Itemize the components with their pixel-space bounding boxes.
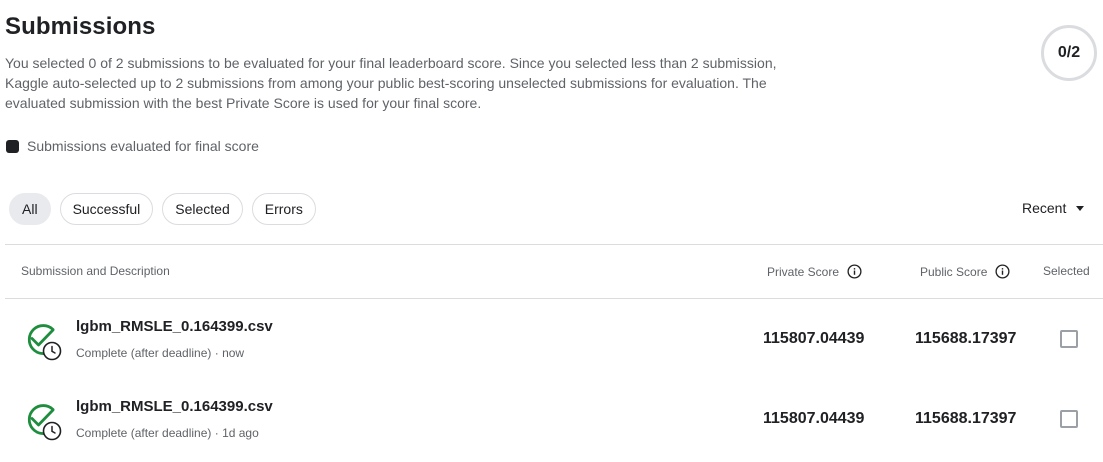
submission-status: Complete (after deadline) · 1d ago	[76, 426, 259, 440]
legend-swatch	[6, 139, 19, 153]
page-title: Submissions	[5, 13, 156, 40]
column-header-submission[interactable]: Submission and Description	[21, 264, 170, 278]
column-header-private-label: Private Score	[767, 264, 840, 279]
column-header-selected: Selected	[1043, 264, 1090, 278]
filter-chip-selected[interactable]: Selected	[162, 193, 243, 225]
private-score: 115807.04439	[763, 410, 865, 427]
info-circle-icon[interactable]	[995, 264, 1010, 279]
column-header-public-label: Public Score	[920, 264, 988, 279]
select-checkbox[interactable]	[1060, 330, 1078, 348]
table-row[interactable]: lgbm_RMSLE_0.164399.csv Complete (after …	[0, 379, 1103, 459]
select-checkbox[interactable]	[1060, 410, 1078, 428]
page-description: You selected 0 of 2 submissions to be ev…	[5, 55, 777, 111]
private-score: 115807.04439	[763, 330, 865, 347]
public-score: 115688.17397	[915, 410, 1017, 427]
info-circle-icon[interactable]	[847, 264, 862, 279]
legend-label: Submissions evaluated for final score	[27, 138, 259, 154]
table-row[interactable]: lgbm_RMSLE_0.164399.csv Complete (after …	[0, 299, 1103, 379]
check-circle-clock-icon	[27, 324, 62, 361]
legend: Submissions evaluated for final score	[6, 138, 259, 154]
submission-name[interactable]: lgbm_RMSLE_0.164399.csv	[76, 318, 273, 335]
sort-dropdown[interactable]: Recent	[1022, 200, 1085, 216]
filter-chips: All Successful Selected Errors	[9, 193, 316, 225]
column-header-selected-label: Selected	[1043, 264, 1090, 278]
column-header-submission-label: Submission and Description	[21, 264, 170, 278]
check-circle-clock-icon	[27, 404, 62, 441]
submission-status: Complete (after deadline) · now	[76, 346, 245, 360]
filter-chip-all[interactable]: All	[9, 193, 51, 225]
column-header-private-score[interactable]: Private Score	[767, 264, 862, 279]
filter-chip-errors[interactable]: Errors	[251, 193, 316, 225]
table-top-divider	[5, 244, 1103, 245]
column-header-public-score[interactable]: Public Score	[920, 264, 1010, 279]
public-score: 115688.17397	[915, 330, 1017, 347]
filter-chip-successful[interactable]: Successful	[59, 193, 154, 225]
submission-name[interactable]: lgbm_RMSLE_0.164399.csv	[76, 398, 273, 415]
caret-down-icon	[1076, 205, 1085, 211]
selection-counter: 0/2	[1041, 25, 1097, 81]
sort-label: Recent	[1022, 200, 1067, 216]
